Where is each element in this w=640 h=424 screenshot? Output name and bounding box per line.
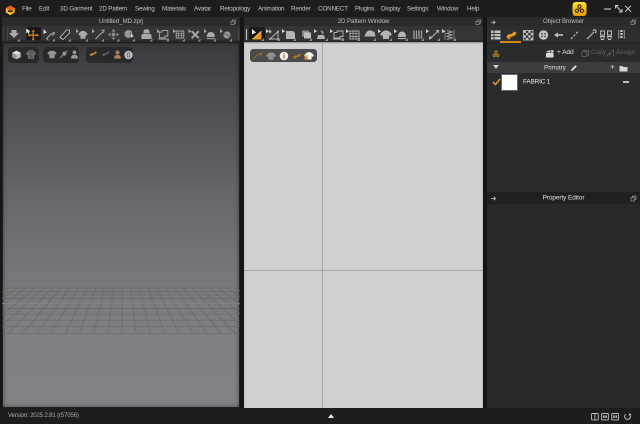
svg-text:0: 0 <box>127 53 131 60</box>
